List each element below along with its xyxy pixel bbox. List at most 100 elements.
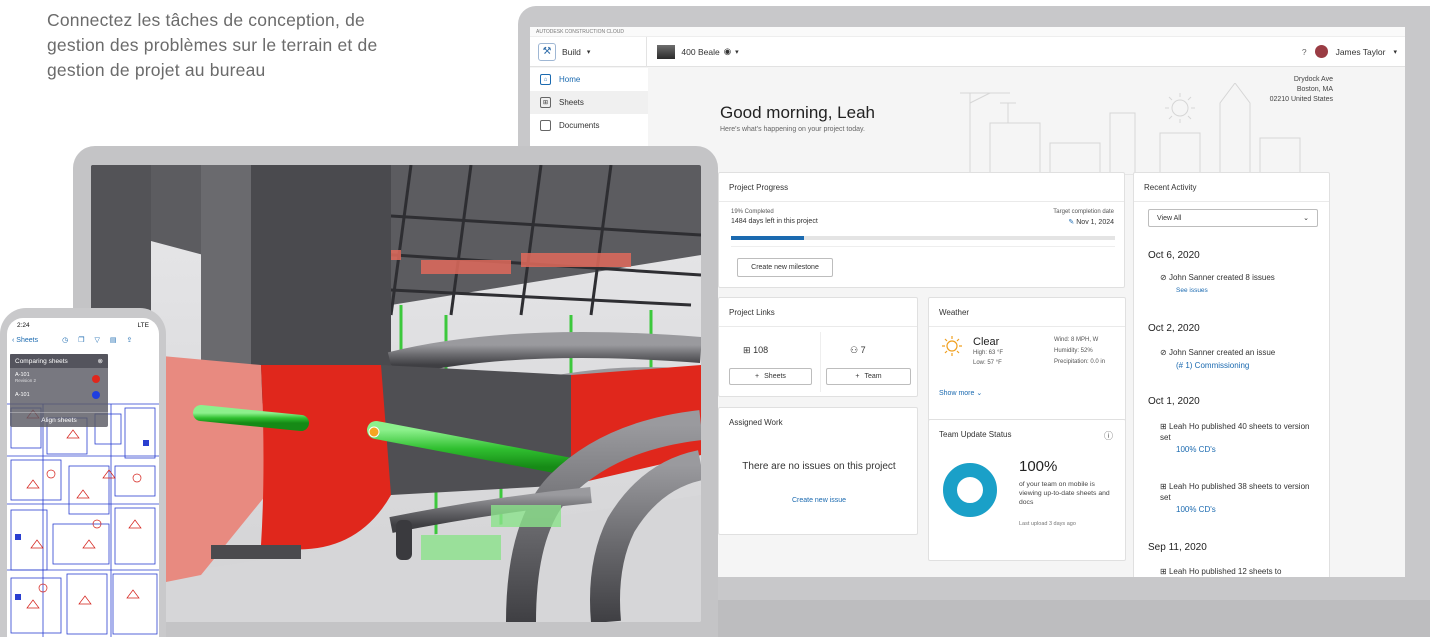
version-set-link[interactable]: 100% CD's <box>1176 445 1216 454</box>
last-upload: Last upload 3 days ago <box>1019 521 1076 527</box>
card-title: Project Progress <box>719 173 1124 202</box>
project-switcher[interactable]: 400 Beale ◉ ▾ <box>646 36 739 67</box>
target-date-value: Nov 1, 2024 <box>1076 219 1114 226</box>
panel-title: Comparing sheets <box>15 357 68 365</box>
weather-details: Wind: 8 MPH, W Humidity: 52% Precipitati… <box>1054 335 1105 368</box>
card-title: Team Update Status <box>939 430 1012 439</box>
team-status-donut <box>943 463 997 517</box>
chevron-down-icon: ⌄ <box>976 390 983 397</box>
hammer-icon[interactable]: ⚒ <box>538 42 556 61</box>
assigned-work-card: Assigned Work There are no issues on thi… <box>718 407 918 535</box>
bim-3d-viewer[interactable] <box>91 165 701 622</box>
compare-sheet-label: A-101 <box>15 392 30 398</box>
top-bar: ⚒ Build ▾ 400 Beale ◉ ▾ ? James Taylor ▾ <box>530 36 1405 67</box>
home-icon: ⌂ <box>540 74 551 85</box>
button-label: Sheets <box>764 373 786 380</box>
sheet-icon[interactable]: ▤ <box>110 336 117 344</box>
see-issues-link[interactable]: See issues <box>1176 287 1208 294</box>
plus-icon: + <box>855 373 860 380</box>
user-name[interactable]: James Taylor <box>1336 47 1386 57</box>
chevron-down-icon[interactable]: ▾ <box>1393 48 1397 56</box>
comparing-sheets-panel: Comparing sheets ⊗ A-101 Revision 2 A-10… <box>10 354 108 427</box>
team-count: ⚇ 7 <box>850 345 866 356</box>
address-line: 02210 United States <box>1269 96 1333 103</box>
avatar[interactable] <box>1314 45 1328 58</box>
chevron-down-icon: ⌄ <box>1303 215 1309 222</box>
align-sheets-button[interactable]: Align sheets <box>10 412 108 427</box>
pencil-icon[interactable]: ✎ <box>1068 219 1074 226</box>
count-value: 7 <box>860 345 866 355</box>
bim-model-render <box>91 165 701 622</box>
greeting: Good morning, Leah <box>720 103 875 122</box>
no-issues-message: There are no issues on this project <box>742 461 896 472</box>
close-icon[interactable]: ⊗ <box>98 357 103 365</box>
weather-wind: Wind: 8 MPH, W <box>1054 337 1099 343</box>
chevron-down-icon[interactable]: ▾ <box>587 48 591 56</box>
team-status-percent: 100% <box>1019 458 1058 475</box>
compare-sheet-revision: Revision 2 <box>15 378 37 383</box>
add-sheets-button[interactable]: + Sheets <box>729 368 812 385</box>
sidebar-item-documents[interactable]: Documents <box>530 114 648 137</box>
sidebar-item-home[interactable]: ⌂ Home <box>530 68 648 91</box>
red-marker <box>92 375 100 383</box>
add-team-button[interactable]: + Team <box>826 368 911 385</box>
show-more-link[interactable]: Show more ⌄ <box>939 389 982 397</box>
activity-text: John Sanner created 8 issues <box>1168 273 1275 282</box>
chevron-down-icon: ▾ <box>735 48 739 56</box>
team-update-status-card: Team Update Status ⓘ 100% of your team o… <box>928 419 1126 561</box>
phone-toolbar: ‹ Sheets ◷ ❐ ▽ ▤ ⇪ <box>7 332 159 348</box>
team-icon: ⚇ <box>850 345 859 355</box>
activity-date: Oct 6, 2020 <box>1148 250 1200 261</box>
sheets-icon: ⊞ <box>1160 567 1167 576</box>
activity-filter-select[interactable]: View All ⌄ <box>1148 209 1318 227</box>
status-time: 2:24 <box>17 321 30 329</box>
layers-icon[interactable]: ❐ <box>78 336 84 344</box>
activity-entry: ⊞ Leah Ho published 12 sheets to <box>1160 567 1281 576</box>
issue-link[interactable]: (# 1) Commissioning <box>1176 361 1249 370</box>
sheets-icon: ⊞ <box>1160 482 1167 491</box>
back-button[interactable]: ‹ Sheets <box>12 337 38 344</box>
link-label: Show more <box>939 390 975 397</box>
card-title: Weather <box>929 298 1125 327</box>
version-set-link[interactable]: 100% CD's <box>1176 505 1216 514</box>
card-title: Project Links <box>719 298 917 327</box>
weather-condition: Clear <box>973 336 1000 348</box>
target-label: Target completion date <box>1053 209 1114 215</box>
filter-icon[interactable]: ▽ <box>94 336 99 344</box>
days-left: 1484 days left in this project <box>731 218 818 225</box>
target-date: ✎ Nov 1, 2024 <box>1068 218 1114 226</box>
blue-marker <box>92 391 100 399</box>
status-bar: 2:24 LTE <box>7 318 159 332</box>
activity-text: Leah Ho published 40 sheets to version s… <box>1160 422 1310 442</box>
sheets-icon: ⊞ <box>540 97 551 108</box>
module-switcher[interactable]: Build <box>562 47 581 57</box>
weather-precipitation: Precipitation: 0.0 in <box>1054 359 1106 365</box>
sheets-icon: ⊞ <box>743 345 751 355</box>
history-icon[interactable]: ◷ <box>62 336 68 344</box>
laptop-base <box>700 600 1430 637</box>
filter-value: View All <box>1157 214 1182 222</box>
check-circle-icon: ⊘ <box>1160 348 1167 357</box>
recent-activity-card: Recent Activity View All ⌄ Oct 6, 2020 ⊘… <box>1133 172 1330 577</box>
back-label: Sheets <box>16 336 39 344</box>
brand-strip: AUTODESK CONSTRUCTION CLOUD <box>530 27 1405 37</box>
activity-entry: ⊘ John Sanner created an issue <box>1160 348 1275 357</box>
help-icon[interactable]: ? <box>1302 47 1307 57</box>
phone-screen: 2:24 LTE ‹ Sheets ◷ ❐ ▽ ▤ ⇪ Comparing sh… <box>7 318 159 637</box>
count-value: 108 <box>753 345 769 355</box>
tagline: Connectez les tâches de conception, de g… <box>47 10 378 80</box>
project-progress-card: Project Progress 19% Completed 1484 days… <box>718 172 1125 288</box>
sidebar-item-sheets[interactable]: ⊞ Sheets <box>530 91 648 114</box>
create-milestone-button[interactable]: Create new milestone <box>737 258 833 277</box>
share-icon[interactable]: ⇪ <box>126 336 132 344</box>
weather-humidity: Humidity: 52% <box>1054 348 1093 354</box>
activity-entry: ⊞ Leah Ho published 40 sheets to version… <box>1160 421 1310 443</box>
activity-text: Leah Ho published 38 sheets to version s… <box>1160 482 1310 502</box>
info-icon[interactable]: ⓘ <box>1104 429 1113 442</box>
sidebar-item-label: Documents <box>559 121 600 130</box>
create-issue-link[interactable]: Create new issue <box>719 497 919 504</box>
sheets-icon: ⊞ <box>1160 422 1167 431</box>
sheets-count: ⊞ 108 <box>743 345 768 356</box>
card-title: Recent Activity <box>1134 173 1329 202</box>
documents-icon <box>540 120 551 131</box>
